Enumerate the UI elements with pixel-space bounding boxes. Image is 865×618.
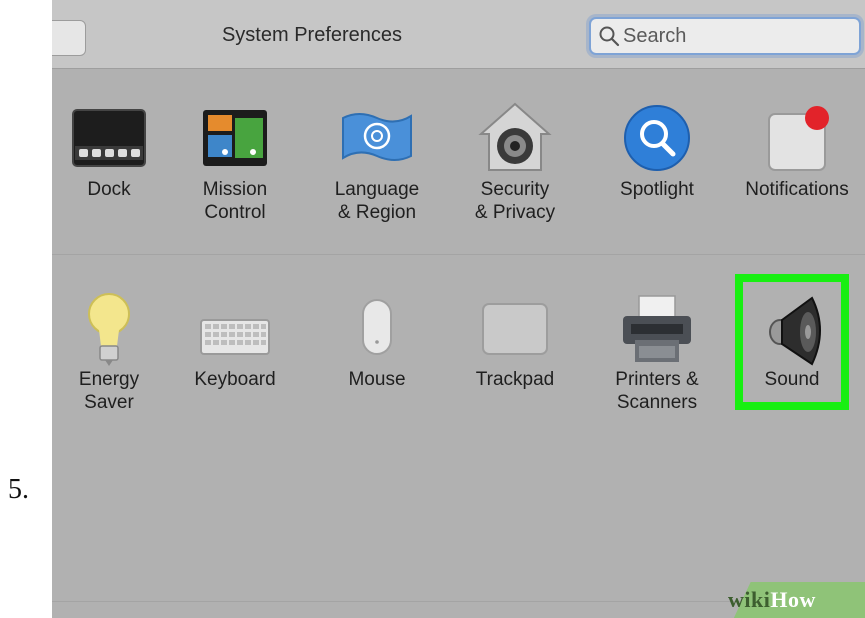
pane-label: Keyboard: [194, 369, 276, 390]
watermark: wikiHow: [728, 587, 816, 613]
step-number: 5.: [8, 474, 29, 505]
pane-label: Printers & Scanners: [615, 369, 699, 413]
pane-label: Security & Privacy: [474, 179, 556, 223]
dock-icon: [72, 109, 146, 167]
magnifier-icon: [624, 105, 690, 171]
pane-label: Trackpad: [475, 369, 555, 390]
title-bar: System Preferences: [52, 0, 865, 69]
printer-icon: [623, 295, 691, 362]
house-lock-icon: [478, 102, 552, 171]
pane-label: Language & Region: [334, 179, 420, 223]
search-field[interactable]: [589, 17, 861, 55]
mouse-icon: [362, 299, 392, 355]
trackpad-icon: [482, 303, 548, 355]
sound-highlight-box: [735, 274, 849, 410]
notification-badge-icon: [768, 106, 829, 171]
back-forward-buttons[interactable]: [52, 20, 86, 56]
keyboard-icon: [200, 319, 270, 355]
pane-label: Mouse: [348, 369, 406, 390]
flag-icon: [342, 113, 412, 161]
watermark-wiki: wiki: [728, 587, 771, 612]
pane-label: Dock: [87, 179, 131, 200]
search-icon: [599, 26, 620, 47]
pane-label: Spotlight: [620, 179, 694, 200]
watermark-how: How: [770, 587, 816, 612]
mission-control-icon: [203, 110, 267, 166]
pane-label: Mission Control: [202, 179, 268, 223]
row-divider: [52, 254, 865, 255]
pane-label: Notifications: [745, 179, 849, 200]
search-input[interactable]: [623, 23, 843, 49]
system-preferences-window: System Preferences Dock: [52, 0, 865, 618]
window-title: System Preferences: [221, 24, 403, 46]
light-bulb-icon: [88, 293, 130, 366]
pane-label: Energy Saver: [78, 369, 140, 413]
